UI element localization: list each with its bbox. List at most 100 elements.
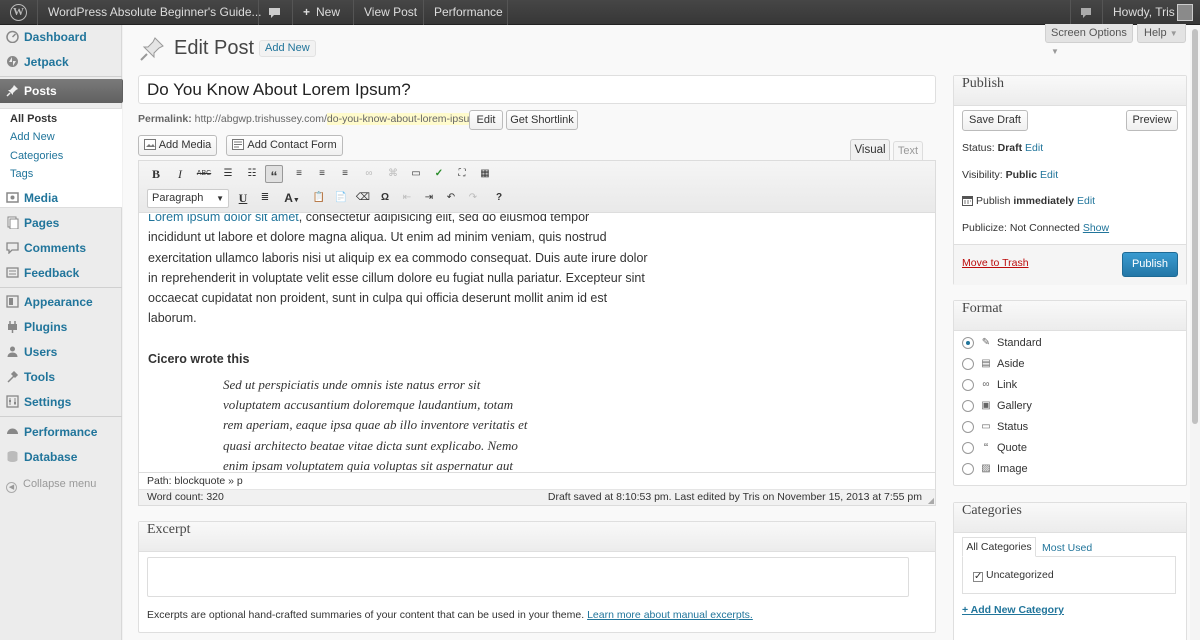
add-contact-form-button[interactable]: Add Contact Form xyxy=(226,135,343,156)
format-select[interactable]: Paragraph ▼ xyxy=(147,189,229,208)
menu-comments[interactable]: Comments xyxy=(0,236,122,260)
performance-link[interactable]: Performance xyxy=(434,0,503,25)
notifications-icon[interactable] xyxy=(1080,0,1092,25)
help-tab[interactable]: Help ▼ xyxy=(1137,24,1186,43)
paste-text-icon[interactable]: 📋 xyxy=(310,189,328,207)
menu-database[interactable]: Database xyxy=(0,445,122,469)
paste-word-icon[interactable]: 📄 xyxy=(332,189,350,207)
visibility-edit-link[interactable]: Edit xyxy=(1040,169,1058,181)
menu-media[interactable]: Media xyxy=(0,186,122,210)
radio-image[interactable] xyxy=(962,463,974,475)
status-value: Draft xyxy=(997,142,1023,154)
radio-link[interactable] xyxy=(962,379,974,391)
status-edit-link[interactable]: Edit xyxy=(1025,142,1043,154)
publish-date-edit-link[interactable]: Edit xyxy=(1077,195,1095,207)
menu-appearance[interactable]: Appearance xyxy=(0,290,122,314)
menu-performance[interactable]: Performance xyxy=(0,420,122,444)
excerpt-textarea[interactable] xyxy=(147,557,909,597)
category-item[interactable]: ✓ Uncategorized xyxy=(973,569,1054,582)
page-scrollbar[interactable] xyxy=(1190,25,1200,640)
site-name-link[interactable]: WordPress Absolute Beginner's Guide... xyxy=(48,0,262,25)
preview-button[interactable]: Preview xyxy=(1126,110,1178,131)
publish-button[interactable]: Publish xyxy=(1122,252,1178,277)
unlink-icon[interactable]: ⌘ xyxy=(384,165,402,183)
comments-bubble-icon[interactable] xyxy=(268,0,281,25)
italic-icon[interactable]: I xyxy=(171,165,189,183)
read-more-icon[interactable]: ▭ xyxy=(407,165,425,183)
help-label: Help xyxy=(1144,27,1167,39)
publicize-show-link[interactable]: Show xyxy=(1083,222,1109,234)
move-to-trash-link[interactable]: Move to Trash xyxy=(962,257,1029,269)
strikethrough-icon[interactable]: ABC xyxy=(195,165,213,183)
align-right-icon[interactable]: ≡ xyxy=(336,165,354,183)
undo-icon[interactable]: ↶ xyxy=(442,189,460,207)
submenu-tags[interactable]: Tags xyxy=(10,168,33,180)
tab-most-used[interactable]: Most Used xyxy=(1042,539,1092,557)
collapse-menu[interactable]: ◀ Collapse menu xyxy=(6,478,96,493)
tab-all-categories[interactable]: All Categories xyxy=(962,537,1036,557)
format-label: Quote xyxy=(997,442,1027,454)
menu-settings[interactable]: Settings xyxy=(0,390,122,414)
tab-visual[interactable]: Visual xyxy=(850,139,890,161)
get-shortlink-button[interactable]: Get Shortlink xyxy=(506,110,578,130)
pin-icon: ✎ xyxy=(981,337,991,348)
view-post-link[interactable]: View Post xyxy=(364,0,417,25)
redo-icon[interactable]: ↷ xyxy=(464,189,482,207)
text-color-icon[interactable]: A▼ xyxy=(278,189,306,207)
special-character-icon[interactable]: Ω xyxy=(376,189,394,207)
permalink-slug[interactable]: do-you-know-about-lorem-ipsum/ xyxy=(326,113,481,125)
radio-aside[interactable] xyxy=(962,358,974,370)
add-media-button[interactable]: Add Media xyxy=(138,135,217,156)
excerpt-help-link[interactable]: Learn more about manual excerpts. xyxy=(587,609,753,621)
radio-gallery[interactable] xyxy=(962,400,974,412)
avatar[interactable] xyxy=(1177,4,1193,21)
insert-link-icon[interactable]: ∞ xyxy=(360,165,378,183)
align-left-icon[interactable]: ≡ xyxy=(290,165,308,183)
save-draft-button[interactable]: Save Draft xyxy=(962,110,1028,131)
post-title-input[interactable]: Do You Know About Lorem Ipsum? xyxy=(138,75,936,104)
add-new-category-link[interactable]: + Add New Category xyxy=(962,604,1064,616)
bullet-list-icon[interactable]: ☰ xyxy=(219,165,237,183)
blockquote-icon[interactable]: “ xyxy=(265,165,283,184)
bold-icon[interactable]: B xyxy=(147,165,165,183)
clear-formatting-icon[interactable]: ⌫ xyxy=(354,189,372,207)
menu-pages[interactable]: Pages xyxy=(0,211,122,235)
submenu-all-posts[interactable]: All Posts xyxy=(10,113,57,125)
numbered-list-icon[interactable]: ☷ xyxy=(243,165,261,183)
new-content-menu[interactable]: + New xyxy=(303,0,340,25)
permalink-edit-button[interactable]: Edit xyxy=(469,110,503,130)
content-link[interactable]: Lorem ipsum dolor sit amet xyxy=(148,214,299,224)
indent-icon[interactable]: ⇥ xyxy=(420,189,438,207)
radio-standard[interactable] xyxy=(962,337,974,349)
menu-feedback[interactable]: Feedback xyxy=(0,261,122,285)
screen-options-tab[interactable]: Screen Options ▼ xyxy=(1045,24,1133,56)
radio-status[interactable] xyxy=(962,421,974,433)
howdy-user-menu[interactable]: Howdy, Tris xyxy=(1113,0,1175,25)
menu-dashboard[interactable]: Dashboard xyxy=(0,25,122,49)
spellcheck-icon[interactable]: ✓ xyxy=(430,165,448,183)
fullscreen-icon[interactable]: ⛶ xyxy=(453,165,471,183)
menu-tools[interactable]: Tools xyxy=(0,365,122,389)
align-justify-icon[interactable]: ≣ xyxy=(256,189,274,207)
submenu-categories[interactable]: Categories xyxy=(10,150,63,162)
menu-users[interactable]: Users xyxy=(0,340,122,364)
menu-plugins[interactable]: Plugins xyxy=(0,315,122,339)
tab-text[interactable]: Text xyxy=(893,141,923,160)
checkbox-checked-icon[interactable]: ✓ xyxy=(973,572,983,582)
radio-quote[interactable] xyxy=(962,442,974,454)
scrollbar-thumb[interactable] xyxy=(1192,29,1198,424)
add-new-button[interactable]: Add New xyxy=(259,40,316,57)
outdent-icon[interactable]: ⇤ xyxy=(398,189,416,207)
resize-handle-icon[interactable]: ◢ xyxy=(928,493,934,508)
kitchen-sink-icon[interactable]: ▦ xyxy=(476,165,494,183)
menu-label: Comments xyxy=(24,241,87,255)
pin-icon xyxy=(140,37,164,61)
menu-jetpack[interactable]: Jetpack xyxy=(0,50,122,74)
underline-icon[interactable]: U xyxy=(234,189,252,207)
wordpress-logo-icon[interactable]: W xyxy=(10,4,27,21)
align-center-icon[interactable]: ≡ xyxy=(313,165,331,183)
help-icon[interactable]: ? xyxy=(490,189,508,207)
editor-content-area[interactable]: Lorem ipsum dolor sit amet, consectetur … xyxy=(139,214,935,472)
menu-posts[interactable]: Posts xyxy=(0,79,130,103)
submenu-add-new[interactable]: Add New xyxy=(10,131,55,143)
